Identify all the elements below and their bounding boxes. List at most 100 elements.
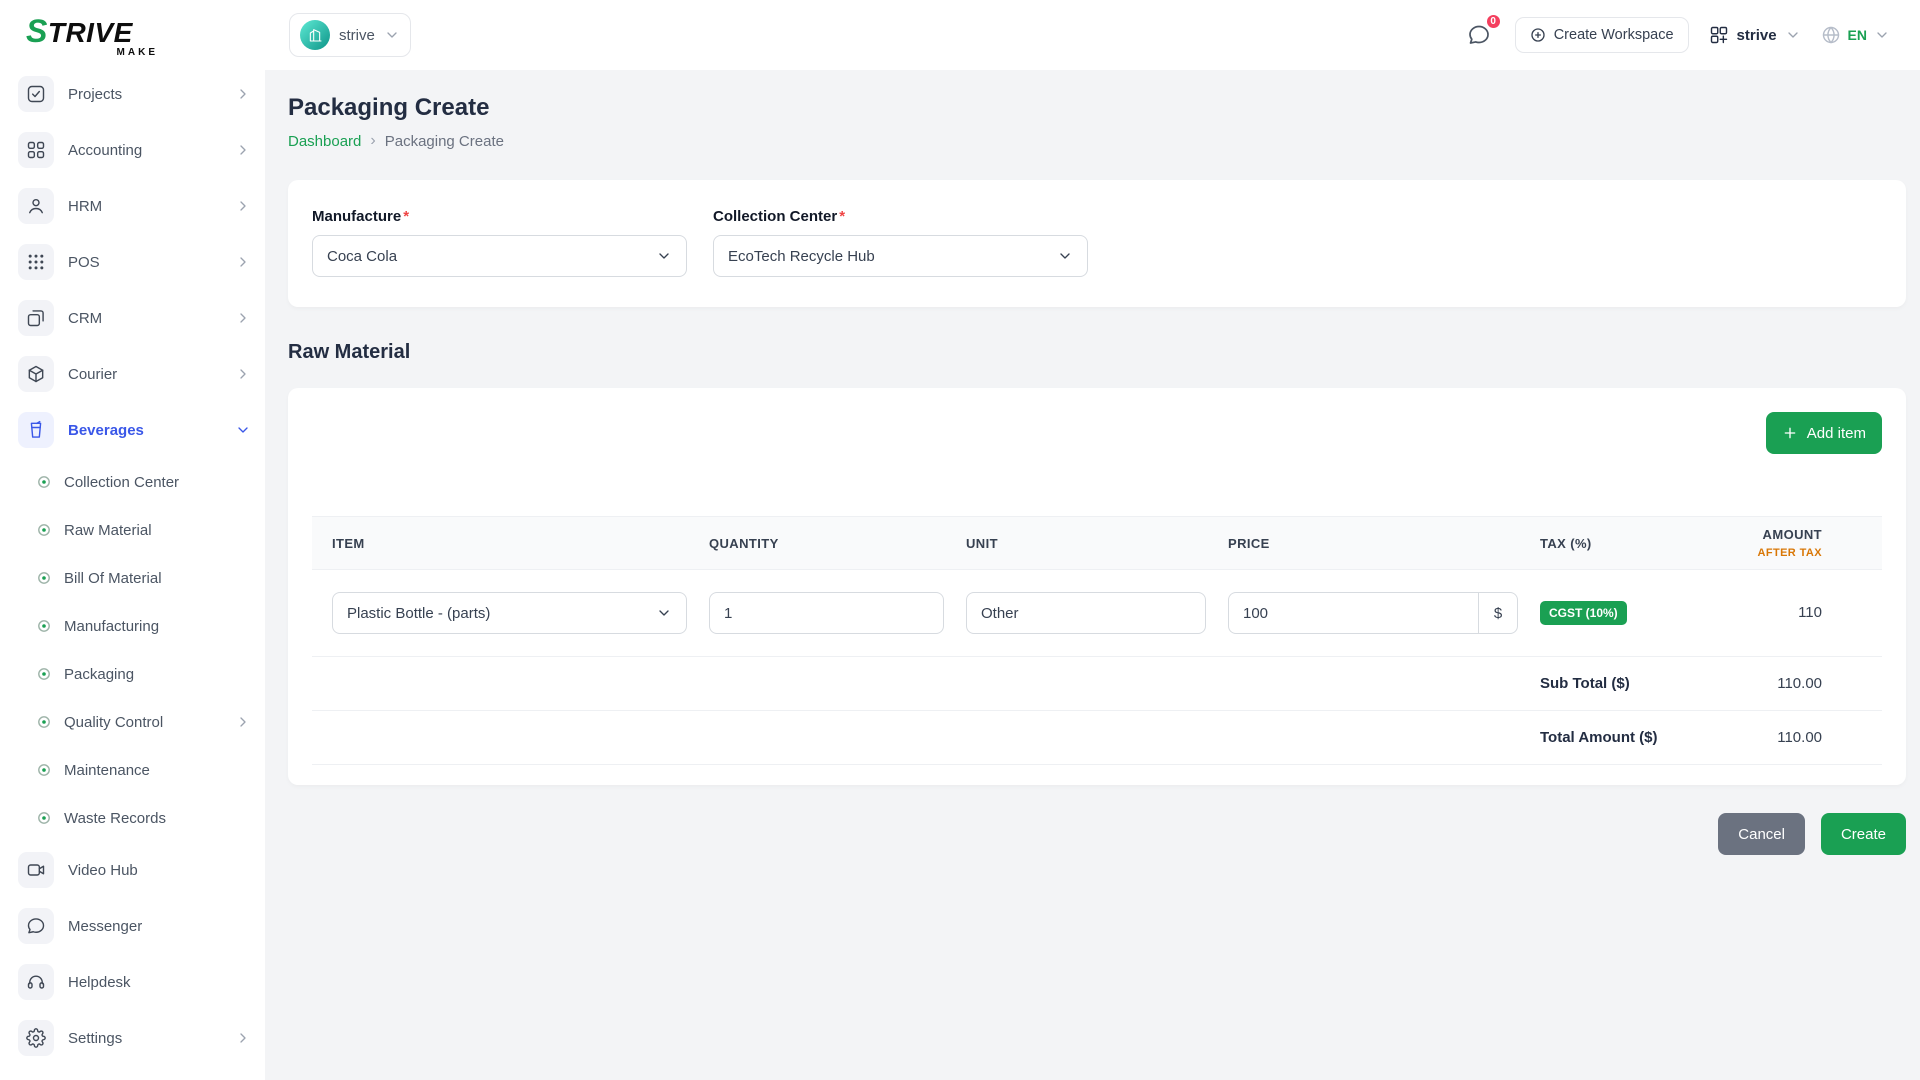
table-row: Plastic Bottle - (parts) $ bbox=[312, 570, 1882, 657]
collection-center-select[interactable]: EcoTech Recycle Hub bbox=[713, 235, 1088, 277]
brand-mark: S bbox=[26, 13, 48, 50]
chevron-down-icon bbox=[1057, 248, 1073, 264]
total-row: Total Amount ($) 110.00 bbox=[312, 711, 1882, 765]
chevron-down-icon bbox=[235, 422, 251, 438]
manufacture-select[interactable]: Coca Cola bbox=[312, 235, 687, 277]
page-content: Packaging Create Dashboard › Packaging C… bbox=[265, 70, 1920, 1080]
globe-icon bbox=[1821, 25, 1841, 45]
chat-button[interactable]: 0 bbox=[1463, 19, 1495, 51]
app-name: strive bbox=[1737, 27, 1777, 44]
module-dot-icon bbox=[36, 618, 52, 634]
module-dot-icon bbox=[36, 714, 52, 730]
required-asterisk: * bbox=[403, 208, 409, 225]
chevron-down-icon bbox=[656, 248, 672, 264]
breadcrumb-separator: › bbox=[370, 132, 375, 150]
sidebar-item-accounting[interactable]: Accounting bbox=[18, 126, 251, 174]
sidebar-subitem-quality-control[interactable]: Quality Control bbox=[30, 702, 251, 742]
add-item-button[interactable]: Add item bbox=[1766, 412, 1882, 454]
create-workspace-button[interactable]: Create Workspace bbox=[1515, 17, 1689, 53]
language-code: EN bbox=[1848, 27, 1867, 43]
breadcrumb: Dashboard › Packaging Create bbox=[288, 132, 1906, 150]
header-quantity: QUANTITY bbox=[709, 536, 944, 551]
create-form-card: Manufacture* Coca Cola Collection Center… bbox=[288, 180, 1906, 307]
sidebar-subitem-maintenance[interactable]: Maintenance bbox=[30, 750, 251, 790]
sidebar-item-projects[interactable]: Projects bbox=[18, 70, 251, 118]
raw-material-heading: Raw Material bbox=[288, 341, 1906, 364]
sidebar-item-video-hub[interactable]: Video Hub bbox=[18, 846, 251, 894]
amount-after-tax-value: 110 bbox=[1798, 604, 1822, 621]
unit-input[interactable] bbox=[966, 592, 1206, 634]
sidebar-item-hrm[interactable]: HRM bbox=[18, 182, 251, 230]
language-selector[interactable]: EN bbox=[1821, 25, 1890, 45]
sidebar-subitem-raw-material[interactable]: Raw Material bbox=[30, 510, 251, 550]
header-amount: AMOUNT AFTER TAX bbox=[1672, 527, 1862, 559]
sidebar-item-helpdesk[interactable]: Helpdesk bbox=[18, 958, 251, 1006]
chevron-right-icon bbox=[235, 714, 251, 730]
pos-icon bbox=[18, 244, 54, 280]
sidebar: STRIVE MAKE Projects Accounting HRM POS … bbox=[0, 0, 265, 1080]
currency-suffix: $ bbox=[1478, 592, 1518, 634]
chevron-right-icon bbox=[235, 1030, 251, 1046]
sidebar-item-courier[interactable]: Courier bbox=[18, 350, 251, 398]
form-actions: Cancel Create bbox=[288, 813, 1906, 855]
sidebar-item-messenger[interactable]: Messenger bbox=[18, 902, 251, 950]
chevron-right-icon bbox=[235, 310, 251, 326]
workspace-selector[interactable]: strive bbox=[289, 13, 411, 57]
headset-icon bbox=[18, 964, 54, 1000]
module-dot-icon bbox=[36, 810, 52, 826]
sidebar-subitem-waste-records[interactable]: Waste Records bbox=[30, 798, 251, 838]
module-dot-icon bbox=[36, 762, 52, 778]
chevron-right-icon bbox=[235, 254, 251, 270]
projects-icon bbox=[18, 76, 54, 112]
brand-logo[interactable]: STRIVE MAKE bbox=[18, 0, 178, 70]
subtotal-row: Sub Total ($) 110.00 bbox=[312, 657, 1882, 711]
topbar-actions: 0 Create Workspace strive EN bbox=[1463, 17, 1890, 53]
raw-material-card: Add item ITEM QUANTITY UNIT PRICE TAX (%… bbox=[288, 388, 1906, 785]
price-input-group: $ bbox=[1228, 592, 1518, 634]
manufacture-field: Manufacture* Coca Cola bbox=[312, 208, 687, 277]
topbar: strive 0 Create Workspace strive EN bbox=[265, 0, 1920, 70]
create-button[interactable]: Create bbox=[1821, 813, 1906, 855]
workspace-name: strive bbox=[339, 27, 375, 44]
collection-center-label: Collection Center* bbox=[713, 208, 1088, 225]
workspace-avatar bbox=[300, 20, 330, 50]
chevron-right-icon bbox=[235, 198, 251, 214]
sidebar-subitem-bill-of-material[interactable]: Bill Of Material bbox=[30, 558, 251, 598]
cancel-button[interactable]: Cancel bbox=[1718, 813, 1805, 855]
sidebar-item-settings[interactable]: Settings bbox=[18, 1014, 251, 1062]
gear-icon bbox=[18, 1020, 54, 1056]
item-select[interactable]: Plastic Bottle - (parts) bbox=[332, 592, 687, 634]
sidebar-subitem-manufacturing[interactable]: Manufacturing bbox=[30, 606, 251, 646]
sidebar-subitem-packaging[interactable]: Packaging bbox=[30, 654, 251, 694]
plus-icon bbox=[1782, 425, 1798, 441]
page-title: Packaging Create bbox=[288, 94, 1906, 122]
header-tax: TAX (%) bbox=[1540, 536, 1650, 551]
required-asterisk: * bbox=[839, 208, 845, 225]
chevron-right-icon bbox=[235, 366, 251, 382]
sidebar-item-beverages[interactable]: Beverages bbox=[18, 406, 251, 454]
module-dot-icon bbox=[36, 522, 52, 538]
module-dot-icon bbox=[36, 474, 52, 490]
chevron-down-icon bbox=[656, 605, 672, 621]
price-input[interactable] bbox=[1228, 592, 1478, 634]
quantity-input[interactable] bbox=[709, 592, 944, 634]
chevron-right-icon bbox=[235, 142, 251, 158]
hrm-icon bbox=[18, 188, 54, 224]
sidebar-item-pos[interactable]: POS bbox=[18, 238, 251, 286]
subtotal-label: Sub Total ($) bbox=[1540, 675, 1672, 692]
apps-grid-icon bbox=[1709, 25, 1729, 45]
main-area: strive 0 Create Workspace strive EN bbox=[265, 0, 1920, 1080]
video-camera-icon bbox=[18, 852, 54, 888]
sidebar-subitem-collection-center[interactable]: Collection Center bbox=[30, 462, 251, 502]
app-switcher[interactable]: strive bbox=[1709, 25, 1801, 45]
sidebar-item-crm[interactable]: CRM bbox=[18, 294, 251, 342]
subtotal-value: 110.00 bbox=[1672, 675, 1862, 692]
collection-center-field: Collection Center* EcoTech Recycle Hub bbox=[713, 208, 1088, 277]
brand-tagline: MAKE bbox=[26, 47, 158, 58]
header-item: ITEM bbox=[332, 536, 687, 551]
chevron-right-icon bbox=[235, 86, 251, 102]
breadcrumb-dashboard-link[interactable]: Dashboard bbox=[288, 133, 361, 150]
module-dot-icon bbox=[36, 570, 52, 586]
table-header: ITEM QUANTITY UNIT PRICE TAX (%) AMOUNT … bbox=[312, 516, 1882, 570]
breadcrumb-current: Packaging Create bbox=[385, 133, 504, 150]
